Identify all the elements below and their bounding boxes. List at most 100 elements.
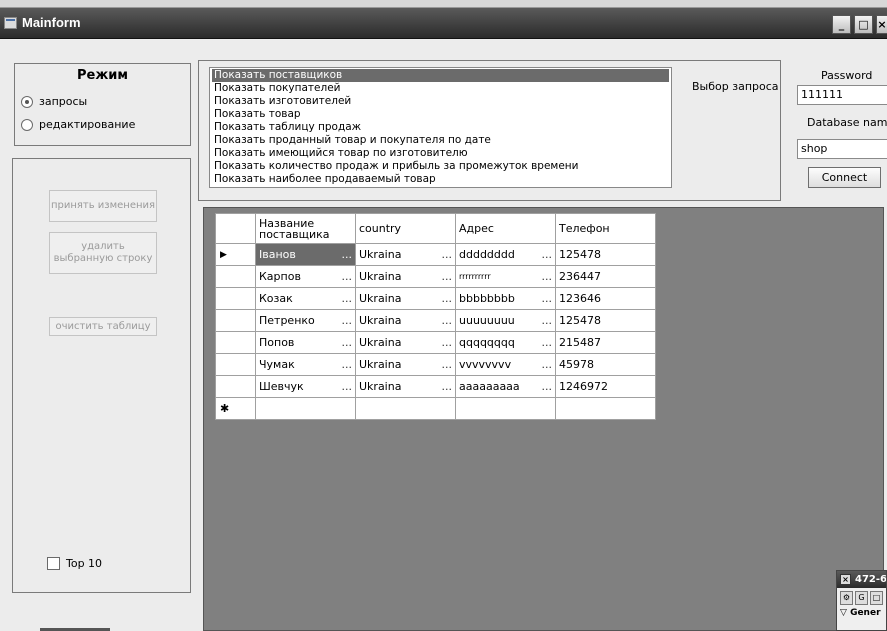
cell-ellipsis[interactable]: ...: [342, 270, 353, 283]
mini-section-general[interactable]: ▽ Gener: [837, 608, 886, 618]
table-cell[interactable]: Козак...: [255, 287, 356, 310]
table-row[interactable]: Карпов... Ukraina... rrrrrrrrrr... 23644…: [215, 265, 656, 288]
close-button[interactable]: ×: [876, 15, 887, 34]
table-cell[interactable]: Ukraina...: [355, 375, 456, 398]
table-cell[interactable]: Ukraina...: [355, 243, 456, 266]
cell-ellipsis[interactable]: ...: [542, 292, 553, 305]
table-cell[interactable]: Петренко...: [255, 309, 356, 332]
query-item[interactable]: Показать количество продаж и прибыль за …: [212, 160, 669, 173]
table-cell[interactable]: Ukraina...: [355, 331, 456, 354]
apply-changes-button[interactable]: принять изменения: [49, 190, 157, 222]
table-cell[interactable]: 215487: [555, 331, 656, 354]
table-cell[interactable]: Шевчук...: [255, 375, 356, 398]
column-header[interactable]: Телефон: [555, 213, 656, 244]
top10-checkbox-row[interactable]: Top 10: [47, 557, 102, 570]
cell-ellipsis[interactable]: ...: [542, 380, 553, 393]
cell-ellipsis[interactable]: ...: [542, 314, 553, 327]
cell-ellipsis[interactable]: ...: [342, 292, 353, 305]
cell-ellipsis[interactable]: ...: [342, 314, 353, 327]
radio-dot-on[interactable]: [21, 95, 33, 108]
table-row[interactable]: ▶ Іванов... Ukraina... dddddddd... 12547…: [215, 243, 656, 266]
table-cell[interactable]: 45978: [555, 353, 656, 376]
table-cell[interactable]: Карпов...: [255, 265, 356, 288]
row-header[interactable]: [215, 353, 256, 376]
table-cell[interactable]: qqqqqqqq...: [455, 331, 556, 354]
query-listbox[interactable]: Показать поставщиков Показать покупателе…: [209, 67, 672, 188]
table-cell[interactable]: 125478: [555, 243, 656, 266]
column-header[interactable]: Название поставщика: [255, 213, 356, 244]
table-cell[interactable]: aaaaaaaaa...: [455, 375, 556, 398]
table-cell[interactable]: [455, 397, 556, 420]
cell-ellipsis[interactable]: ...: [542, 358, 553, 371]
row-header[interactable]: [215, 309, 256, 332]
table-cell[interactable]: Ukraina...: [355, 353, 456, 376]
row-header[interactable]: [215, 375, 256, 398]
cell-ellipsis[interactable]: ...: [442, 314, 453, 327]
table-cell[interactable]: Іванов...: [255, 243, 356, 266]
cell-ellipsis[interactable]: ...: [442, 336, 453, 349]
radio-queries[interactable]: запросы: [21, 95, 87, 108]
query-item[interactable]: Показать поставщиков: [212, 69, 669, 82]
query-item[interactable]: Показать имеющийся товар по изготовителю: [212, 147, 669, 160]
new-row[interactable]: ✱: [215, 397, 656, 420]
table-cell[interactable]: 125478: [555, 309, 656, 332]
table-row[interactable]: Попов... Ukraina... qqqqqqqq... 215487: [215, 331, 656, 354]
top10-checkbox[interactable]: [47, 557, 60, 570]
general-icon[interactable]: G: [855, 591, 868, 605]
table-row[interactable]: Петренко... Ukraina... uuuuuuuu... 12547…: [215, 309, 656, 332]
table-cell[interactable]: bbbbbbbb...: [455, 287, 556, 310]
cell-ellipsis[interactable]: ...: [442, 270, 453, 283]
table-row[interactable]: Козак... Ukraina... bbbbbbbb... 123646: [215, 287, 656, 310]
table-cell[interactable]: [555, 397, 656, 420]
radio-editing[interactable]: редактирование: [21, 118, 135, 131]
categorized-icon[interactable]: ⚙: [840, 591, 853, 605]
database-name-field[interactable]: shop: [797, 139, 887, 159]
delete-row-button[interactable]: удалить выбранную строку: [49, 232, 157, 274]
row-header[interactable]: [215, 331, 256, 354]
table-cell[interactable]: rrrrrrrrrr...: [455, 265, 556, 288]
query-item[interactable]: Показать товар: [212, 108, 669, 121]
table-cell[interactable]: 236447: [555, 265, 656, 288]
page-icon[interactable]: □: [870, 591, 883, 605]
table-cell[interactable]: [255, 397, 356, 420]
table-cell[interactable]: dddddddd...: [455, 243, 556, 266]
column-header[interactable]: Адрес: [455, 213, 556, 244]
table-cell[interactable]: Ukraina...: [355, 309, 456, 332]
maximize-button[interactable]: □: [854, 15, 873, 34]
cell-ellipsis[interactable]: ...: [442, 358, 453, 371]
row-header[interactable]: [215, 265, 256, 288]
table-cell[interactable]: 1246972: [555, 375, 656, 398]
table-cell[interactable]: Ukraina...: [355, 265, 456, 288]
table-row[interactable]: Чумак... Ukraina... vvvvvvvv... 45978: [215, 353, 656, 376]
table-cell[interactable]: vvvvvvvv...: [455, 353, 556, 376]
minimize-button[interactable]: _: [832, 15, 851, 34]
title-bar[interactable]: Mainform _ □ ×: [0, 8, 887, 39]
cell-ellipsis[interactable]: ...: [342, 336, 353, 349]
query-item[interactable]: Показать таблицу продаж: [212, 121, 669, 134]
properties-mini-window[interactable]: × 472-6 ⚙ G □ ▽ Gener: [836, 570, 887, 631]
cell-ellipsis[interactable]: ...: [542, 248, 553, 261]
cell-ellipsis[interactable]: ...: [542, 336, 553, 349]
data-grid[interactable]: Название поставщика country Адрес Телефо…: [203, 207, 884, 631]
query-item[interactable]: Показать изготовителей: [212, 95, 669, 108]
radio-dot-off[interactable]: [21, 118, 33, 131]
cell-ellipsis[interactable]: ...: [442, 380, 453, 393]
table-cell[interactable]: Попов...: [255, 331, 356, 354]
cell-ellipsis[interactable]: ...: [342, 248, 353, 261]
table-cell[interactable]: Чумак...: [255, 353, 356, 376]
cell-ellipsis[interactable]: ...: [342, 358, 353, 371]
password-field[interactable]: 111111: [797, 85, 887, 105]
query-item[interactable]: Показать наиболее продаваемый товар: [212, 173, 669, 186]
query-item[interactable]: Показать проданный товар и покупателя по…: [212, 134, 669, 147]
query-item[interactable]: Показать покупателей: [212, 82, 669, 95]
clear-table-button[interactable]: очистить таблицу: [49, 317, 157, 336]
row-header[interactable]: [215, 287, 256, 310]
table-row[interactable]: Шевчук... Ukraina... aaaaaaaaa... 124697…: [215, 375, 656, 398]
cell-ellipsis[interactable]: ...: [542, 270, 553, 283]
connect-button[interactable]: Connect: [808, 167, 881, 188]
cell-ellipsis[interactable]: ...: [442, 248, 453, 261]
table-cell[interactable]: uuuuuuuu...: [455, 309, 556, 332]
table-cell[interactable]: 123646: [555, 287, 656, 310]
mini-close-icon[interactable]: ×: [840, 574, 851, 585]
table-cell[interactable]: [355, 397, 456, 420]
